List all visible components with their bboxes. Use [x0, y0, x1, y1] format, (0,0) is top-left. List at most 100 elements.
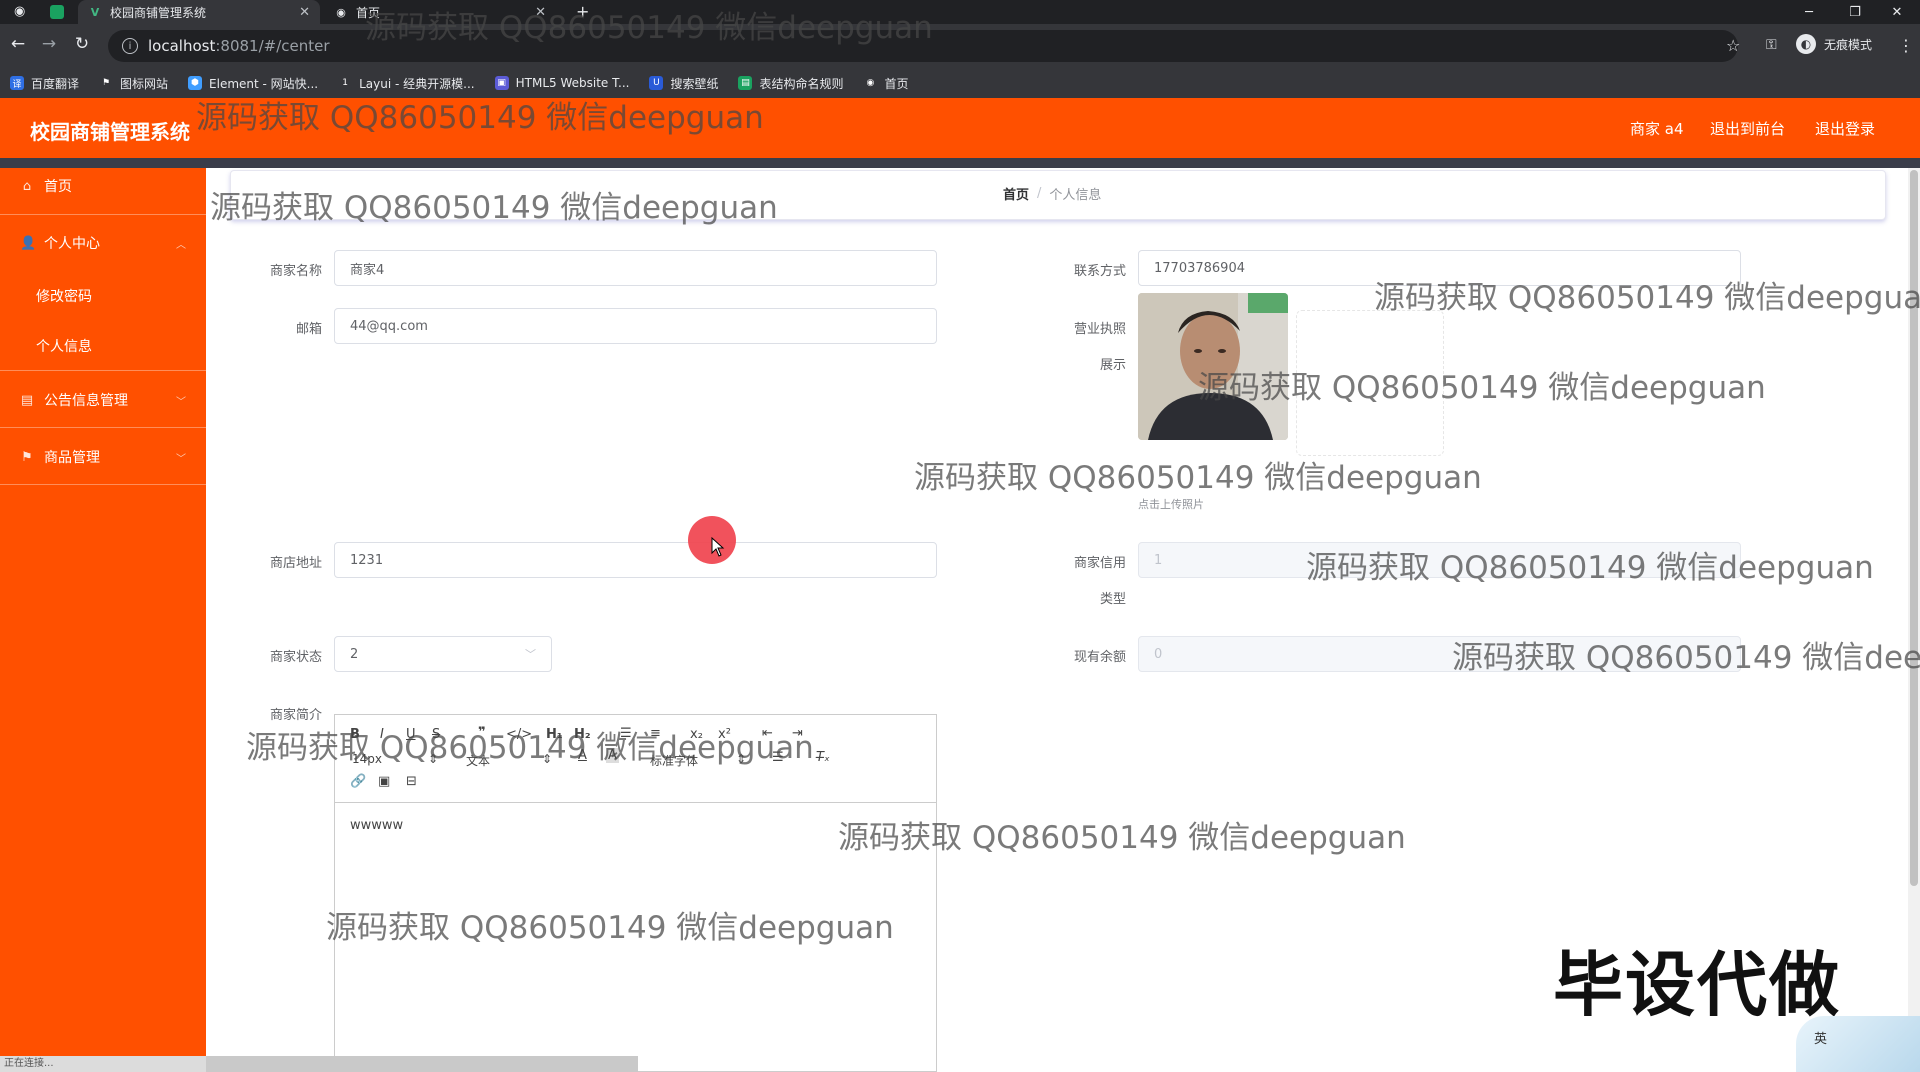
key-icon[interactable]: ⚿	[1766, 37, 1777, 53]
sidebar-item-personal-center[interactable]: 👤 个人中心 ︿	[0, 233, 206, 253]
bookmark-item[interactable]: ◉ 首页	[863, 75, 909, 92]
breadcrumb-separator: /	[1037, 186, 1042, 201]
bookmark-item[interactable]: ⬢ Element - 网站快...	[188, 75, 318, 92]
watermark: 源码获取 QQ86050149 微信deepguan	[914, 460, 1482, 496]
merchant-name-input[interactable]: 商家4	[334, 250, 937, 286]
chevron-down-icon: ﹀	[176, 453, 186, 465]
watermark: 源码获取 QQ86050149 微信deepguan	[196, 100, 764, 136]
logout-link[interactable]: 退出登录	[1815, 118, 1875, 139]
element-icon: ⬢	[188, 76, 203, 90]
bookmark-item[interactable]: U 搜索壁纸	[649, 75, 718, 92]
image-icon[interactable]: ▣	[378, 774, 390, 789]
user-icon: 👤	[20, 235, 37, 251]
current-user: 商家 a4	[1630, 120, 1684, 138]
tab-title: 校园商铺管理系统	[110, 5, 207, 20]
ime-language: 英	[1814, 1032, 1828, 1047]
incognito-profile[interactable]: ◐ 无痕模式	[1796, 34, 1872, 54]
bookmark-star-icon[interactable]: ☆	[1726, 36, 1740, 55]
minimize-icon[interactable]: ─	[1786, 0, 1832, 24]
url-host: localhost	[148, 37, 216, 55]
address-input[interactable]: 1231	[334, 542, 937, 578]
bookmark-item[interactable]: ▤ 表结构命名规则	[738, 75, 843, 92]
back-to-front-link[interactable]: 退出到前台	[1710, 118, 1785, 139]
clear-format-icon[interactable]: T̶ₓ	[816, 750, 830, 765]
close-tab-icon[interactable]: ✕	[299, 5, 310, 20]
chrome-menu-icon[interactable]: ◉	[14, 4, 25, 19]
flag-icon: ⚑	[21, 449, 33, 465]
promo-badge: 毕设代做	[1553, 944, 1841, 1026]
email-label: 邮箱	[295, 322, 322, 337]
chevron-down-icon: ﹀	[176, 396, 186, 408]
credit-label-2: 类型	[1099, 592, 1126, 607]
close-window-icon[interactable]: ✕	[1874, 0, 1920, 24]
breadcrumb-current: 个人信息	[1049, 188, 1102, 203]
app-title: 校园商铺管理系统	[30, 120, 190, 144]
mouse-pointer-icon	[711, 537, 725, 557]
bookmark-item[interactable]: 1 Layui - 经典开源模...	[338, 75, 475, 92]
breadcrumb-home[interactable]: 首页	[1003, 184, 1029, 203]
chevron-down-icon: ﹀	[525, 648, 536, 661]
sidebar-item-personal-info[interactable]: 个人信息	[36, 336, 92, 356]
upload-tip: 点击上传照片	[1138, 498, 1204, 511]
watermark: 源码获取 QQ86050149 微信deepguan	[1198, 370, 1766, 406]
chevron-up-icon: ︿	[176, 239, 186, 251]
sidebar-divider	[0, 484, 206, 485]
app-tab-icon[interactable]	[50, 5, 64, 19]
sidebar	[0, 168, 206, 1072]
html5-icon: ▣	[494, 76, 509, 90]
watermark: 源码获取 QQ86050149 微信deepguan	[246, 730, 814, 766]
watermark: 源码获取 QQ86050149 微信deepguan	[365, 10, 933, 46]
wallpaper-icon: U	[649, 76, 664, 90]
intro-label: 商家简介	[269, 708, 322, 723]
sidebar-divider	[0, 214, 206, 215]
breadcrumb: 首页 / 个人信息	[1003, 184, 1101, 203]
video-icon[interactable]: ⊟	[406, 774, 417, 789]
sidebar-divider	[0, 370, 206, 371]
browser-status: 正在连接...	[0, 1056, 206, 1072]
forward-arrow-icon[interactable]: →	[38, 34, 60, 54]
back-arrow-icon[interactable]: ←	[7, 34, 29, 54]
status-select[interactable]: 2 ﹀	[334, 636, 552, 672]
watermark: 源码获取 QQ86050149 微信deepguan	[1452, 640, 1920, 676]
layui-icon: 1	[338, 76, 353, 90]
vue-icon: V	[90, 5, 100, 19]
globe-icon: ◉	[863, 76, 878, 90]
license-label-2: 展示	[1099, 358, 1126, 373]
incognito-icon: ◐	[1796, 34, 1816, 54]
credit-label: 商家信用	[1073, 556, 1126, 571]
translate-icon: 译	[10, 76, 24, 90]
watermark: 源码获取 QQ86050149 微信deepguan	[210, 190, 778, 226]
url-path: :8081/#/center	[215, 37, 330, 55]
email-input[interactable]: 44@qq.com	[334, 308, 937, 344]
bookmark-item[interactable]: ▣ HTML5 Website T...	[494, 76, 629, 90]
status-label: 商家状态	[269, 650, 322, 665]
link-icon[interactable]: 🔗	[350, 774, 366, 789]
tab-campus-shop[interactable]: V 校园商铺管理系统 ✕	[78, 0, 320, 24]
sidebar-item-notice-management[interactable]: ▤ 公告信息管理 ﹀	[0, 390, 206, 410]
watermark: 源码获取 QQ86050149 微信deepguan	[1306, 550, 1874, 586]
merchant-name-label: 商家名称	[269, 264, 322, 279]
bookmark-item[interactable]: 译百度翻译	[10, 75, 79, 92]
more-menu-icon[interactable]: ⋮	[1898, 36, 1914, 55]
globe-icon: ◉	[336, 5, 346, 19]
info-icon[interactable]: i	[122, 38, 138, 54]
balance-label: 现有余额	[1073, 650, 1126, 665]
watermark: 源码获取 QQ86050149 微信deepguan	[1374, 280, 1920, 316]
address-label: 商店地址	[269, 556, 322, 571]
reload-icon[interactable]: ↻	[71, 34, 93, 54]
restore-icon[interactable]: ❐	[1832, 0, 1878, 24]
watermark: 源码获取 QQ86050149 微信deepguan	[838, 820, 1406, 856]
profile-label: 无痕模式	[1824, 37, 1873, 52]
flag-icon: ⚑	[99, 76, 114, 90]
intro-editor-content[interactable]: wwwww	[350, 818, 403, 833]
home-icon: ⌂	[22, 178, 32, 194]
sidebar-item-product-management[interactable]: ⚑ 商品管理 ﹀	[0, 447, 206, 467]
table-icon: ▤	[738, 76, 753, 90]
sidebar-item-home[interactable]: ⌂ 首页	[0, 176, 206, 196]
list-icon: ▤	[20, 392, 34, 408]
header-divider	[0, 158, 1920, 168]
horizontal-scrollbar[interactable]	[206, 1056, 638, 1072]
sidebar-item-change-password[interactable]: 修改密码	[36, 286, 92, 306]
license-label: 营业执照	[1073, 322, 1126, 337]
bookmark-item[interactable]: ⚑ 图标网站	[99, 75, 168, 92]
